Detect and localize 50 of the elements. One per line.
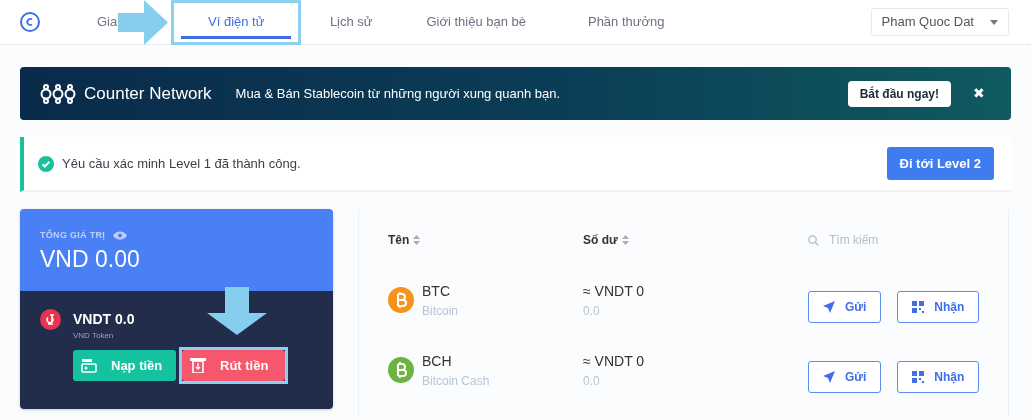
- sort-icon: [413, 235, 421, 245]
- qr-code-icon: [912, 301, 925, 313]
- logo-icon: [20, 12, 40, 32]
- coin-amount: 0.0: [583, 372, 601, 390]
- search-icon: [808, 234, 819, 246]
- coin-symbol: BCH: [422, 351, 453, 371]
- column-header[interactable]: Số dư: [583, 231, 618, 249]
- eye-icon: [113, 231, 128, 241]
- send-icon: [823, 301, 835, 313]
- balance-value: ≈ VNDT 0: [583, 351, 646, 371]
- close-button[interactable]: ✖: [967, 82, 991, 105]
- nav-tab[interactable]: Giới thiệu bạn bè: [401, 0, 552, 45]
- token-icon: [40, 309, 61, 330]
- search-field[interactable]: Tìm kiếm: [827, 230, 947, 250]
- nav-tab[interactable]: Gia: [97, 0, 118, 45]
- atm-icon: [190, 358, 206, 373]
- receive-button[interactable]: Nhận: [897, 361, 980, 393]
- total-value: VND 0.00: [40, 246, 141, 272]
- user-name: Pham Quoc Dat: [881, 13, 974, 32]
- wallet-icon: [81, 358, 97, 373]
- total-label: TỔNG GIÁ TRỊ: [40, 229, 106, 242]
- start-button[interactable]: Bắt đầu ngay!: [847, 80, 951, 107]
- banner-text: Mua & Bán Stablecoin từ những người xung quanh bạn.: [235, 84, 561, 103]
- token-name: VND Token: [73, 330, 115, 342]
- arrow-icon: [207, 287, 267, 335]
- token-amount: VNDT 0.0: [73, 310, 135, 329]
- brand-name: Counter Network: [84, 82, 212, 105]
- receive-button[interactable]: Nhận: [897, 291, 980, 323]
- arrow-icon: [118, 0, 169, 45]
- network-logo-icon: [40, 82, 76, 105]
- sort-icon: [621, 235, 629, 245]
- withdraw-button[interactable]: Rút tiền: [182, 350, 285, 381]
- send-button[interactable]: Gửi: [808, 291, 882, 323]
- alert-text: Yêu cầu xác minh Level 1 đã thành công.: [62, 154, 301, 173]
- coin-amount: 0.0: [583, 302, 601, 320]
- coin-name: Bitcoin: [422, 302, 459, 320]
- caret-icon: [990, 19, 998, 25]
- nav-tab[interactable]: Lịch sử: [301, 0, 402, 45]
- column-header[interactable]: Tên: [388, 231, 410, 249]
- send-icon: [823, 371, 835, 383]
- nav-tab[interactable]: Phần thưởng: [551, 0, 702, 45]
- user-dropdown[interactable]: Pham Quoc Dat: [870, 8, 1009, 36]
- send-button[interactable]: Gửi: [808, 361, 882, 393]
- qr-code-icon: [912, 371, 925, 383]
- check-icon: [38, 155, 54, 172]
- nav-tab[interactable]: Ví điện tử: [171, 0, 302, 45]
- coin-symbol: BTC: [422, 281, 451, 301]
- coin-name: Bitcoin Cash: [422, 372, 490, 390]
- balance-value: ≈ VNDT 0: [583, 281, 646, 301]
- level-button[interactable]: Đi tới Level 2: [886, 146, 994, 181]
